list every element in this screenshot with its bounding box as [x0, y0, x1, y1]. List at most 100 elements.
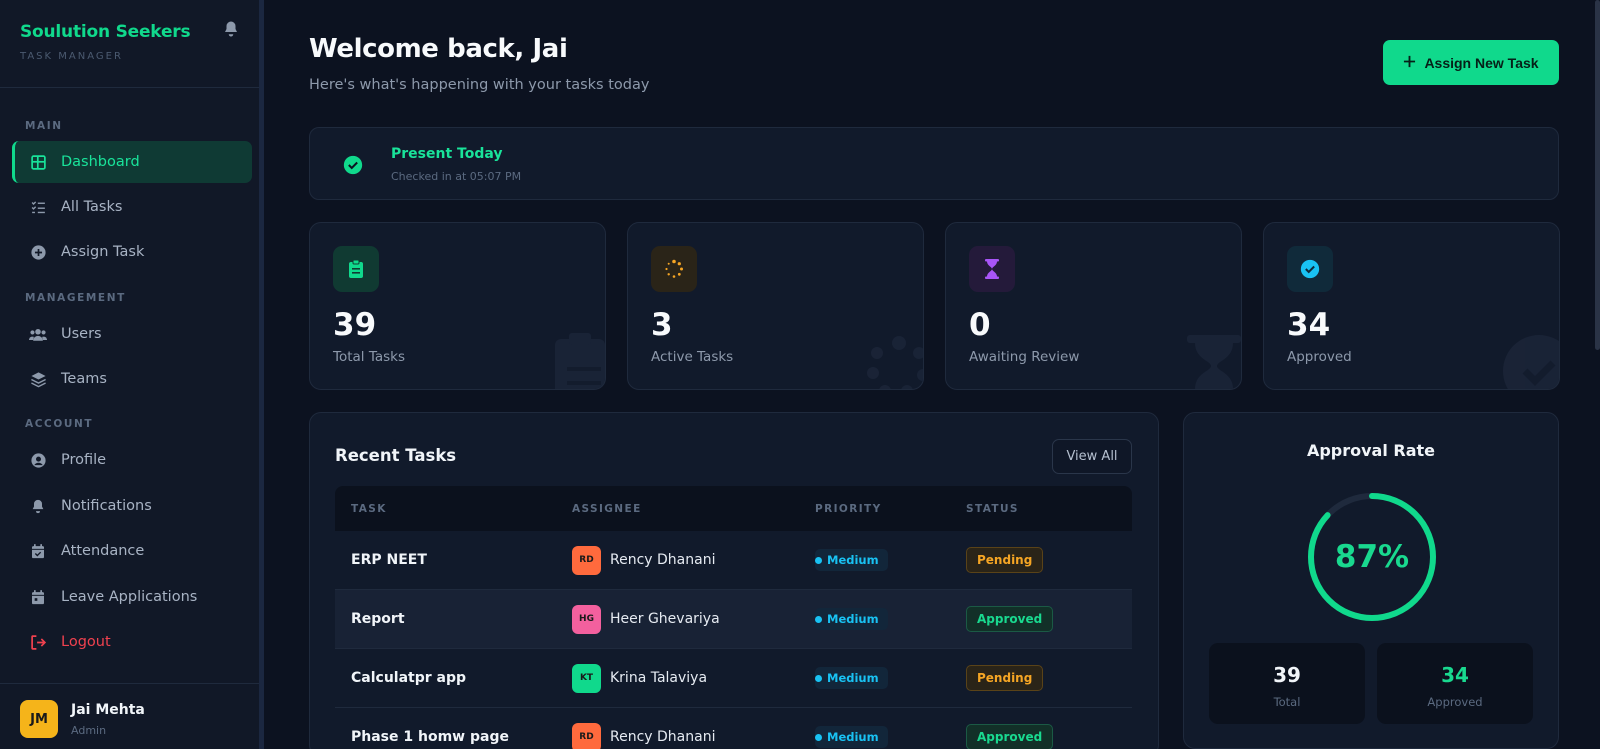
view-all-button[interactable]: View All [1052, 439, 1132, 474]
table-row[interactable]: ERP NEET RD Rency Dhanani Medium Pending [335, 531, 1132, 590]
attendance-status: Present Today Checked in at 05:07 PM [309, 127, 1559, 200]
avatar: RD [572, 722, 601, 749]
task-name: ERP NEET [351, 552, 427, 568]
hourglass-icon [1181, 331, 1241, 389]
stat-label: Total Tasks [333, 349, 405, 365]
clipboard-icon [545, 331, 605, 389]
calendar-icon [29, 588, 47, 606]
priority-label: Medium [827, 553, 879, 567]
approved-value: 34 [1441, 663, 1469, 687]
stat-value: 3 [651, 307, 673, 343]
sidebar-item-label: Assign Task [61, 244, 145, 260]
column-header-task: TASK [351, 502, 387, 515]
sidebar-item-label: Leave Applications [61, 589, 198, 605]
bell-icon [29, 497, 47, 515]
brand: Soulution Seekers TASK MANAGER [20, 22, 191, 62]
priority-badge: Medium [815, 549, 888, 571]
dashboard-icon [29, 153, 47, 171]
priority-label: Medium [827, 612, 879, 626]
scrollbar[interactable] [1595, 0, 1600, 350]
sidebar-item-all-tasks[interactable]: All Tasks [12, 186, 252, 228]
sidebar-item-logout[interactable]: Logout [12, 621, 252, 663]
sidebar: Soulution Seekers TASK MANAGER MAIN Dash… [0, 0, 264, 749]
priority-badge: Medium [815, 667, 888, 689]
sidebar-item-assign-task[interactable]: Assign Task [12, 231, 252, 273]
sidebar-item-label: Attendance [61, 543, 145, 559]
recent-tasks-title: Recent Tasks [335, 446, 457, 465]
assign-new-task-button[interactable]: Assign New Task [1383, 40, 1559, 85]
approval-rate-title: Approval Rate [1306, 441, 1436, 460]
main-content: Welcome back, Jai Here's what's happenin… [269, 0, 1600, 749]
stat-card-awaiting-review[interactable]: 0 Awaiting Review [945, 222, 1242, 390]
priority-dot [815, 556, 822, 564]
sidebar-item-label: Users [61, 326, 102, 342]
stat-value: 39 [333, 307, 377, 343]
column-header-status: STATUS [966, 502, 1019, 515]
approval-rate-panel: Approval Rate 87% 39 Total 34 Approved [1183, 412, 1559, 749]
total-value: 39 [1273, 663, 1301, 687]
stat-label: Approved [1287, 349, 1352, 365]
user-role: Admin [71, 724, 107, 737]
stat-card-approved[interactable]: 34 Approved [1263, 222, 1560, 390]
check-circle-icon [343, 155, 363, 175]
stat-label: Awaiting Review [969, 349, 1080, 365]
table-header: TASK ASSIGNEE PRIORITY STATUS [335, 486, 1132, 531]
page-title: Welcome back, Jai [309, 34, 568, 64]
stat-value: 34 [1287, 307, 1331, 343]
task-name: Report [351, 611, 405, 627]
check-circle-icon [1499, 331, 1559, 389]
sidebar-item-dashboard[interactable]: Dashboard [12, 141, 252, 183]
stat-label: Active Tasks [651, 349, 734, 365]
sidebar-item-leave-applications[interactable]: Leave Applications [12, 576, 252, 618]
status-badge: Pending [966, 547, 1044, 573]
stat-card-active-tasks[interactable]: 3 Active Tasks [627, 222, 924, 390]
priority-badge: Medium [815, 726, 888, 748]
plus-icon [1403, 55, 1416, 71]
hourglass-icon [969, 246, 1015, 292]
priority-label: Medium [827, 671, 879, 685]
avatar: HG [572, 604, 601, 634]
table-row[interactable]: Report HG Heer Ghevariya Medium Approved [335, 590, 1132, 649]
attendance-detail: Checked in at 05:07 PM [391, 170, 522, 183]
sidebar-item-attendance[interactable]: Attendance [12, 530, 252, 572]
sidebar-item-teams[interactable]: Teams [12, 358, 252, 400]
recent-tasks-panel: Recent Tasks View All TASK ASSIGNEE PRIO… [309, 412, 1159, 749]
attendance-title: Present Today [391, 146, 503, 162]
assignee-name: Heer Ghevariya [610, 611, 720, 627]
table-row[interactable]: Calculatpr app KT Krina Talaviya Medium … [335, 649, 1132, 708]
recent-tasks-table: TASK ASSIGNEE PRIORITY STATUS ERP NEET R… [335, 486, 1132, 749]
task-name: Calculatpr app [351, 670, 467, 686]
plus-circle-icon [29, 243, 47, 261]
task-name: Phase 1 homw page [351, 729, 509, 745]
user-name: Jai Mehta [71, 702, 145, 718]
user-circle-icon [29, 451, 47, 469]
avatar: JM [20, 700, 58, 738]
spinner-icon [863, 331, 923, 389]
sidebar-item-profile[interactable]: Profile [12, 439, 252, 481]
sidebar-item-users[interactable]: Users [12, 313, 252, 355]
stat-card-total-tasks[interactable]: 39 Total Tasks [309, 222, 606, 390]
users-icon [29, 325, 47, 343]
table-row[interactable]: Phase 1 homw page RD Rency Dhanani Mediu… [335, 708, 1132, 749]
section-title-account: ACCOUNT [25, 418, 94, 430]
section-title-management: MANAGEMENT [25, 292, 126, 304]
priority-badge: Medium [815, 608, 888, 630]
bell-icon[interactable] [222, 20, 240, 38]
status-badge: Approved [966, 606, 1054, 632]
sidebar-item-label: All Tasks [61, 199, 123, 215]
sidebar-divider [0, 683, 259, 684]
total-summary: 39 Total [1209, 643, 1365, 724]
section-title-main: MAIN [25, 120, 63, 132]
sidebar-item-notifications[interactable]: Notifications [12, 485, 252, 527]
sidebar-item-label: Notifications [61, 498, 152, 514]
status-badge: Pending [966, 665, 1044, 691]
stat-value: 0 [969, 307, 991, 343]
approved-summary: 34 Approved [1377, 643, 1533, 724]
clipboard-icon [333, 246, 379, 292]
brand-subtitle: TASK MANAGER [20, 51, 123, 62]
check-circle-icon [1287, 246, 1333, 292]
priority-dot [815, 615, 822, 623]
sidebar-item-label: Dashboard [61, 154, 140, 170]
approved-label: Approved [1427, 695, 1483, 709]
user-card[interactable]: JM Jai Mehta Admin [20, 700, 145, 738]
